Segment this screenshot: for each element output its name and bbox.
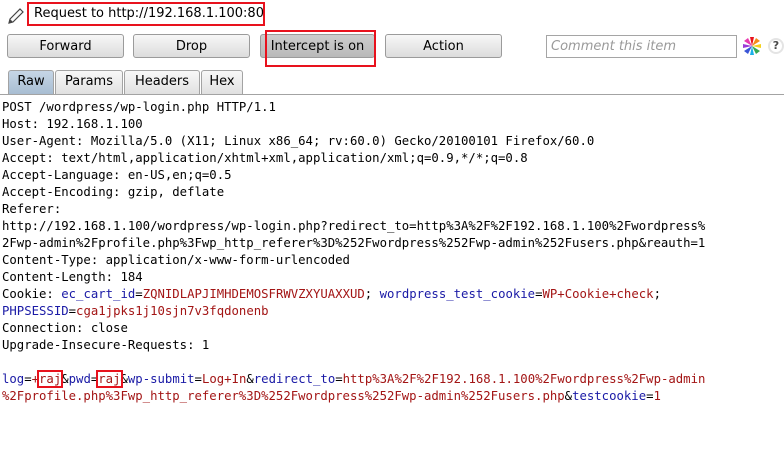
action-button[interactable]: Action [385,34,502,58]
equals-sign: = [68,304,77,318]
header-user-agent: User-Agent: Mozilla/5.0 (X11; Linux x86_… [2,134,595,148]
header-cookie: Cookie: ec_cart_id=ZQNIDLAPJIMHDEMOSFRWV… [2,286,661,303]
param-value-prefix: + [31,372,40,386]
cookie-value: WP+Cookie+check [542,287,654,301]
username-value-highlight: raj [37,370,64,388]
header-host: Host: 192.168.1.100 [2,117,143,131]
cookie-label: Cookie: [2,287,62,301]
param-name-testcookie: testcookie [572,389,647,403]
password-value-highlight: raj [96,370,123,388]
help-icon[interactable]: ? [768,38,784,54]
forward-button[interactable]: Forward [7,34,124,58]
request-body-line-2: %2Fprofile.php%3Fwp_http_referer%3D%252F… [2,388,661,405]
param-name-redirect-to: redirect_to [253,372,336,386]
tab-headers[interactable]: Headers [124,70,200,94]
tab-raw[interactable]: Raw [8,70,54,94]
request-body-line-1: log=+raj&pwd=raj&wp-submit=Log+In&redire… [2,370,706,388]
header-cookie-continued: PHPSESSID=cga1jpks1j10sjn7v3fqdonenb [2,303,269,320]
cookie-value: cga1jpks1j10sjn7v3fqdonenb [76,304,269,318]
request-title: Request to http://192.168.1.100:80 [27,2,265,26]
cookie-name: wordpress_test_cookie [379,287,536,301]
header-referer-label: Referer: [2,202,62,216]
cookie-separator: ; [653,287,661,301]
pencil-icon[interactable] [6,6,26,26]
header-connection: Connection: close [2,321,128,335]
comment-input[interactable] [546,35,737,58]
ampersand: & [120,372,128,386]
param-value-wp-submit: Log+In [201,372,247,386]
equals-sign: = [194,372,202,386]
equals-sign: = [535,287,543,301]
intercept-toggle-button[interactable]: Intercept is on [260,34,375,58]
ampersand: & [61,372,69,386]
header-accept-encoding: Accept-Encoding: gzip, deflate [2,185,225,199]
param-value-redirect-to: http%3A%2F%2F192.168.1.100%2Fwordpress%2… [342,372,706,386]
drop-button[interactable]: Drop [133,34,250,58]
tab-hex[interactable]: Hex [201,70,243,94]
request-line: POST /wordpress/wp-login.php HTTP/1.1 [2,100,276,114]
ampersand: & [246,372,254,386]
param-value-testcookie: 1 [653,389,661,403]
cookie-value: ZQNIDLAPJIMHDEMOSFRWVZXYUAXXUD [142,287,365,301]
color-palette-icon[interactable] [742,36,762,56]
param-value-redirect-to-continued: %2Fprofile.php%3Fwp_http_referer%3D%252F… [2,389,565,403]
equals-sign: = [335,372,343,386]
header-upgrade-insecure: Upgrade-Insecure-Requests: 1 [2,338,210,352]
cookie-name: ec_cart_id [61,287,136,301]
cookie-name: PHPSESSID [2,304,69,318]
param-name-wp-submit: wp-submit [127,372,195,386]
equals-sign: = [646,389,654,403]
header-referer-url-2: 2Fwp-admin%2Fprofile.php%3Fwp_http_refer… [2,236,706,250]
header-content-length: Content-Length: 184 [2,270,143,284]
param-name-log: log [2,372,25,386]
equals-sign: = [135,287,143,301]
header-accept: Accept: text/html,application/xhtml+xml,… [2,151,528,165]
title-bar: Request to http://192.168.1.100:80 [0,0,784,32]
raw-request-editor[interactable]: POST /wordpress/wp-login.php HTTP/1.1 Ho… [0,94,784,454]
header-accept-language: Accept-Language: en-US,en;q=0.5 [2,168,232,182]
tab-params[interactable]: Params [55,70,123,94]
equals-sign: = [24,372,32,386]
ampersand: & [564,389,573,403]
cookie-separator: ; [364,287,380,301]
param-name-pwd: pwd [68,372,91,386]
header-content-type: Content-Type: application/x-www-form-url… [2,253,350,267]
header-referer-url-1: http://192.168.1.100/wordpress/wp-login.… [2,219,706,233]
